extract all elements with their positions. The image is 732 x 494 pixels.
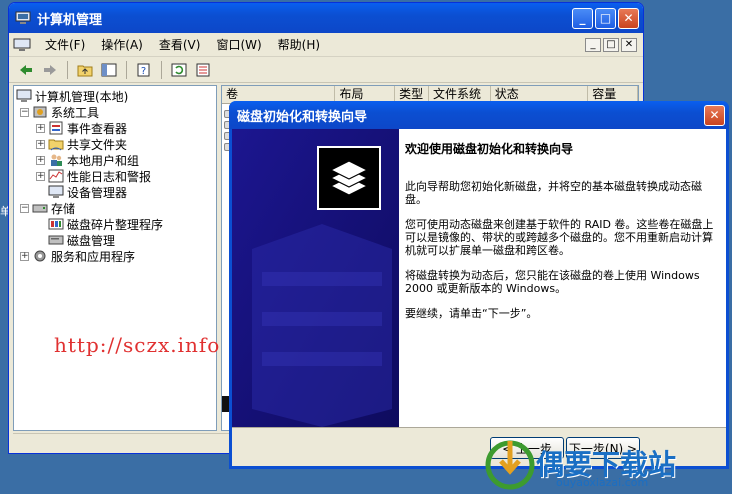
tree-shared-folders[interactable]: + 共享文件夹 <box>14 136 216 152</box>
tree-storage[interactable]: − 存储 <box>14 200 216 216</box>
wizard-heading: 欢迎使用磁盘初始化和转换向导 <box>405 142 574 156</box>
child-window-caption-buttons: _ □ ✕ <box>585 37 643 52</box>
menu-bar: 文件(F) 操作(A) 查看(V) 窗口(W) 帮助(H) _ □ ✕ <box>9 33 643 57</box>
tree-event-viewer[interactable]: + 事件查看器 <box>14 120 216 136</box>
expand-toggle[interactable]: + <box>36 139 45 149</box>
wizard-banner <box>232 129 399 427</box>
console-tree: 计算机管理(本地) − 系统工具 + 事件查看器 + 共享文件夹 + 本地用户和… <box>13 85 217 431</box>
expand-toggle[interactable]: + <box>36 155 45 165</box>
tree-system-tools-label: 系统工具 <box>51 105 100 120</box>
computer-icon <box>15 11 31 24</box>
tree-services-apps[interactable]: + 服务和应用程序 <box>14 248 216 264</box>
wizard-paragraph-3: 将磁盘转换为动态后，您只能在该磁盘的卷上使用 Windows 2000 或更新版… <box>405 269 700 295</box>
back-icon[interactable] <box>15 59 37 81</box>
shared-folder-icon <box>48 139 64 151</box>
child-minimize-button[interactable]: _ <box>585 37 601 52</box>
wizard-banner-art <box>232 129 399 427</box>
export-list-icon[interactable] <box>192 59 214 81</box>
forward-icon[interactable] <box>39 59 61 81</box>
menu-help[interactable]: 帮助(H) <box>270 36 328 53</box>
wizard-title: 磁盘初始化和转换向导 <box>237 109 368 125</box>
child-close-button[interactable]: ✕ <box>621 37 637 52</box>
tree-disk-management-label: 磁盘管理 <box>67 233 116 248</box>
defrag-icon <box>48 218 64 230</box>
tree-local-users-label: 本地用户和组 <box>67 153 140 168</box>
brand-logo-icon <box>485 440 535 490</box>
tree-services-apps-label: 服务和应用程序 <box>51 249 136 264</box>
tree-disk-management[interactable]: 磁盘管理 <box>14 232 216 248</box>
show-hide-tree-icon[interactable] <box>98 59 120 81</box>
maximize-button[interactable]: □ <box>595 7 616 29</box>
tree-perf-logs-label: 性能日志和警报 <box>67 169 152 184</box>
child-restore-button[interactable]: □ <box>603 37 619 52</box>
url-watermark: http://sczx.info <box>54 333 221 357</box>
services-icon <box>34 250 46 262</box>
disk-wizard-dialog: 磁盘初始化和转换向导 ✕ 欢迎使用磁盘初始化和转换向导 此向导帮助您初始化新磁盘… <box>229 101 729 469</box>
menu-window[interactable]: 窗口(W) <box>208 36 269 53</box>
wizard-paragraph-1: 此向导帮助您初始化新磁盘，并将空的基本磁盘转换成动态磁盘。 <box>405 180 702 206</box>
tree-root[interactable]: 计算机管理(本地) <box>14 88 216 104</box>
toolbar-separator <box>67 60 68 79</box>
tree-defrag[interactable]: 磁盘碎片整理程序 <box>14 216 216 232</box>
wizard-close-button[interactable]: ✕ <box>704 104 725 126</box>
minimize-button[interactable]: _ <box>572 7 593 29</box>
collapse-toggle[interactable]: − <box>20 107 29 117</box>
menu-view[interactable]: 查看(V) <box>151 36 209 53</box>
tree-shared-folders-label: 共享文件夹 <box>67 137 128 152</box>
device-manager-icon <box>48 185 64 198</box>
tree-device-manager[interactable]: 设备管理器 <box>14 184 216 200</box>
toolbar: ? <box>9 57 643 83</box>
toolbar-separator <box>161 60 162 79</box>
tree-perf-logs[interactable]: + 性能日志和警报 <box>14 168 216 184</box>
main-window-title: 计算机管理 <box>37 12 103 28</box>
wizard-paragraph-2: 您可使用动态磁盘来创建基于软件的 RAID 卷。这些卷在磁盘上可以是镜像的、带状… <box>405 218 714 257</box>
tree-root-label: 计算机管理(本地) <box>35 89 129 104</box>
event-viewer-icon <box>49 121 63 135</box>
tree-defrag-label: 磁盘碎片整理程序 <box>67 217 164 232</box>
svg-text:?: ? <box>141 66 146 77</box>
up-folder-icon[interactable] <box>74 59 96 81</box>
computer-management-icon <box>16 89 32 102</box>
tree-system-tools[interactable]: − 系统工具 <box>14 104 216 120</box>
mmc-console-icon[interactable] <box>13 38 31 52</box>
performance-logs-icon <box>48 169 64 183</box>
wizard-titlebar[interactable]: 磁盘初始化和转换向导 ✕ <box>229 101 729 129</box>
tree-device-manager-label: 设备管理器 <box>67 185 128 200</box>
users-icon <box>51 154 62 166</box>
system-tools-icon <box>33 106 47 118</box>
tree-storage-label: 存储 <box>51 201 76 216</box>
properties-icon[interactable]: ? <box>133 59 155 81</box>
expand-toggle[interactable]: + <box>20 251 29 261</box>
domain-watermark: ouyaoxiazai.com <box>556 476 649 489</box>
wizard-content: 欢迎使用磁盘初始化和转换向导 此向导帮助您初始化新磁盘，并将空的基本磁盘转换成动… <box>399 129 726 427</box>
wizard-body: 欢迎使用磁盘初始化和转换向导 此向导帮助您初始化新磁盘，并将空的基本磁盘转换成动… <box>232 129 726 427</box>
toolbar-separator <box>126 60 127 79</box>
expand-toggle[interactable]: + <box>36 171 45 181</box>
storage-icon <box>32 204 48 213</box>
menu-file[interactable]: 文件(F) <box>37 36 93 53</box>
expand-toggle[interactable]: + <box>36 123 45 133</box>
tree-event-viewer-label: 事件查看器 <box>67 121 128 136</box>
tree-local-users[interactable]: + 本地用户和组 <box>14 152 216 168</box>
close-button[interactable]: ✕ <box>618 7 639 29</box>
wizard-paragraph-4: 要继续，请单击“下一步”。 <box>405 307 538 320</box>
collapse-toggle[interactable]: − <box>20 203 29 213</box>
menu-action[interactable]: 操作(A) <box>93 36 151 53</box>
main-titlebar[interactable]: 计算机管理 _ □ ✕ <box>9 3 643 33</box>
refresh-icon[interactable] <box>168 59 190 81</box>
disk-management-icon <box>48 235 64 245</box>
